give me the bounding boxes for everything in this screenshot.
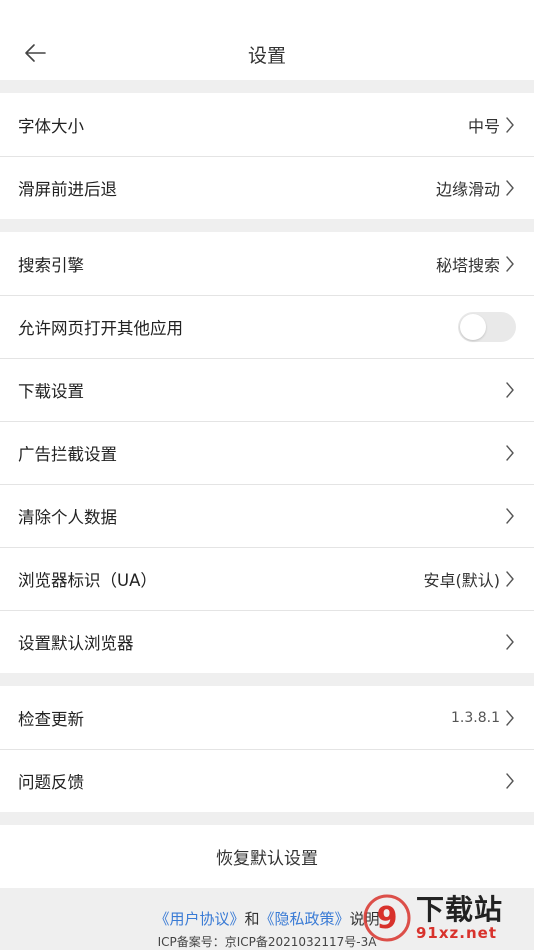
privacy-policy-link[interactable]: 《隐私政策》 bbox=[260, 910, 350, 928]
setting-label: 滑屏前进后退 bbox=[18, 179, 117, 199]
explain-text: 说明 bbox=[349, 910, 380, 928]
setting-label: 清除个人数据 bbox=[18, 507, 117, 527]
settings-group-about: 检查更新 1.3.8.1 问题反馈 bbox=[0, 686, 534, 812]
setting-check-update[interactable]: 检查更新 1.3.8.1 bbox=[0, 686, 534, 749]
setting-value: 秘塔搜索 bbox=[435, 255, 500, 275]
allow-open-apps-toggle[interactable] bbox=[458, 311, 516, 342]
chevron-right-icon bbox=[504, 506, 516, 526]
settings-group-display: 字体大小 中号 滑屏前进后退 边缘滑动 bbox=[0, 93, 534, 219]
setting-label: 检查更新 bbox=[18, 709, 84, 729]
setting-label: 设置默认浏览器 bbox=[18, 633, 134, 653]
settings-group-browser: 搜索引擎 秘塔搜索 允许网页打开其他应用 下载设置 广告拦截设置 清除个人数据 … bbox=[0, 232, 534, 673]
chevron-right-icon bbox=[504, 632, 516, 652]
setting-download[interactable]: 下载设置 bbox=[0, 358, 534, 421]
group-gap bbox=[0, 80, 534, 93]
setting-value: 安卓(默认) bbox=[423, 570, 501, 590]
chevron-right-icon bbox=[504, 115, 516, 135]
setting-label: 允许网页打开其他应用 bbox=[18, 318, 183, 338]
chevron-right-icon bbox=[504, 443, 516, 463]
reset-defaults-button[interactable]: 恢复默认设置 bbox=[0, 825, 534, 888]
icp-number: ICP备案号：京ICP备2021032117号-3A bbox=[157, 935, 377, 949]
version-value: 1.3.8.1 bbox=[451, 709, 500, 726]
chevron-right-icon bbox=[504, 771, 516, 791]
footer: 《用户协议》和《隐私政策》说明 ICP备案号：京ICP备2021032117号-… bbox=[0, 888, 534, 950]
page-title: 设置 bbox=[247, 44, 286, 67]
group-gap bbox=[0, 219, 534, 232]
setting-swipe-navigation[interactable]: 滑屏前进后退 边缘滑动 bbox=[0, 156, 534, 219]
group-gap bbox=[0, 812, 534, 825]
chevron-right-icon bbox=[504, 380, 516, 400]
back-button[interactable] bbox=[18, 38, 52, 68]
and-text: 和 bbox=[244, 910, 260, 928]
setting-label: 字体大小 bbox=[18, 116, 84, 136]
setting-search-engine[interactable]: 搜索引擎 秘塔搜索 bbox=[0, 232, 534, 295]
setting-label: 广告拦截设置 bbox=[18, 444, 117, 464]
setting-user-agent[interactable]: 浏览器标识（UA） 安卓(默认) bbox=[0, 547, 534, 610]
app-header: 设置 bbox=[0, 0, 534, 80]
setting-clear-data[interactable]: 清除个人数据 bbox=[0, 484, 534, 547]
setting-label: 搜索引擎 bbox=[18, 255, 84, 275]
setting-feedback[interactable]: 问题反馈 bbox=[0, 749, 534, 812]
toggle-knob bbox=[460, 313, 486, 340]
legal-links: 《用户协议》和《隐私政策》说明 bbox=[0, 908, 534, 929]
setting-label: 浏览器标识（UA） bbox=[18, 570, 157, 590]
setting-value: 中号 bbox=[467, 116, 500, 136]
chevron-right-icon bbox=[504, 178, 516, 198]
setting-value: 边缘滑动 bbox=[435, 179, 500, 199]
setting-allow-open-apps: 允许网页打开其他应用 bbox=[0, 295, 534, 358]
setting-label: 问题反馈 bbox=[18, 772, 84, 792]
arrow-left-icon bbox=[25, 44, 46, 62]
setting-default-browser[interactable]: 设置默认浏览器 bbox=[0, 610, 534, 673]
setting-font-size[interactable]: 字体大小 中号 bbox=[0, 93, 534, 156]
setting-label: 下载设置 bbox=[18, 381, 84, 401]
user-agreement-link[interactable]: 《用户协议》 bbox=[154, 910, 244, 928]
chevron-right-icon bbox=[504, 569, 516, 589]
chevron-right-icon bbox=[504, 708, 516, 728]
chevron-right-icon bbox=[504, 254, 516, 274]
setting-ad-block[interactable]: 广告拦截设置 bbox=[0, 421, 534, 484]
group-gap bbox=[0, 673, 534, 686]
